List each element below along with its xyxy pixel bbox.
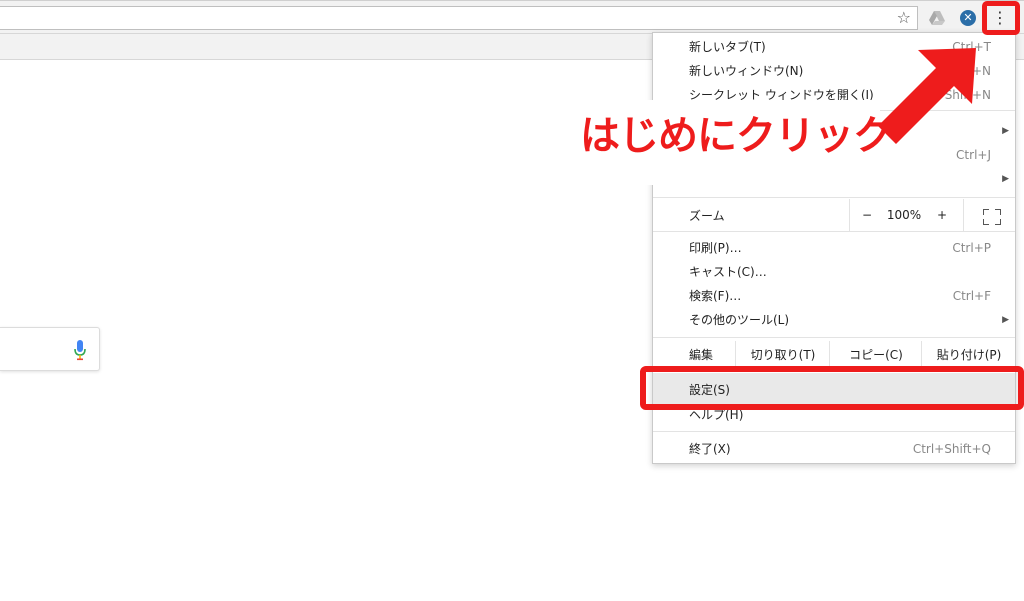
menu-item-cast[interactable]: キャスト(C)… (653, 260, 1015, 284)
menu-item-label: 新しいタブ(T) (689, 40, 766, 54)
menu-item-print[interactable]: 印刷(P)… Ctrl+P (653, 236, 1015, 260)
menu-item-label: その他のツール(L) (689, 313, 790, 327)
menu-separator (653, 231, 1015, 232)
menu-item-label: 検索(F)… (689, 289, 742, 303)
browser-toolbar: ☆ ✕ ⋮ (0, 0, 1024, 34)
fullscreen-icon[interactable] (963, 199, 1014, 231)
zoom-level: 100% (886, 208, 922, 222)
google-drive-icon[interactable] (928, 9, 946, 27)
menu-separator (653, 337, 1015, 338)
menu-item-label: 新しいウィンドウ(N) (689, 64, 804, 78)
zoom-row: ズーム − 100% + (653, 199, 1015, 231)
address-bar[interactable]: ☆ (0, 6, 918, 30)
menu-item-label: 終了(X) (689, 442, 731, 456)
menu-separator (653, 431, 1015, 432)
cut-button[interactable]: 切り取り(T) (735, 341, 830, 369)
microphone-icon[interactable] (73, 339, 87, 361)
copy-button[interactable]: コピー(C) (829, 341, 922, 369)
menu-item-find[interactable]: 検索(F)… Ctrl+F (653, 284, 1015, 308)
arrow-icon (878, 48, 976, 144)
zoom-in-button[interactable]: + (925, 199, 959, 231)
zoom-out-button[interactable]: − (849, 199, 884, 231)
search-input[interactable] (0, 327, 100, 371)
highlight-menu-button (982, 1, 1020, 35)
highlight-settings (640, 366, 1024, 410)
submenu-arrow-icon: ▶ (1002, 174, 1009, 184)
menu-shortcut: Ctrl+F (952, 289, 991, 303)
extension-icon[interactable]: ✕ (960, 10, 976, 26)
edit-row: 編集 切り取り(T) コピー(C) 貼り付け(P) (653, 341, 1015, 369)
menu-item-more-tools[interactable]: その他のツール(L) ▶ (653, 308, 1015, 332)
edit-label: 編集 (689, 348, 714, 362)
menu-item-label: 印刷(P)… (689, 241, 742, 255)
menu-item-label: キャスト(C)… (689, 265, 767, 279)
menu-separator (653, 197, 1015, 198)
zoom-label: ズーム (689, 209, 725, 223)
bookmark-star-icon[interactable]: ☆ (897, 8, 911, 27)
menu-shortcut: Ctrl+P (952, 241, 991, 255)
menu-shortcut: Ctrl+Shift+Q (912, 442, 991, 456)
annotation-text: はじめにクリック (580, 113, 893, 159)
paste-button[interactable]: 貼り付け(P) (921, 341, 1016, 369)
submenu-arrow-icon: ▶ (1002, 315, 1009, 325)
submenu-arrow-icon: ▶ (1002, 126, 1009, 136)
menu-item-exit[interactable]: 終了(X) Ctrl+Shift+Q (653, 437, 1015, 461)
